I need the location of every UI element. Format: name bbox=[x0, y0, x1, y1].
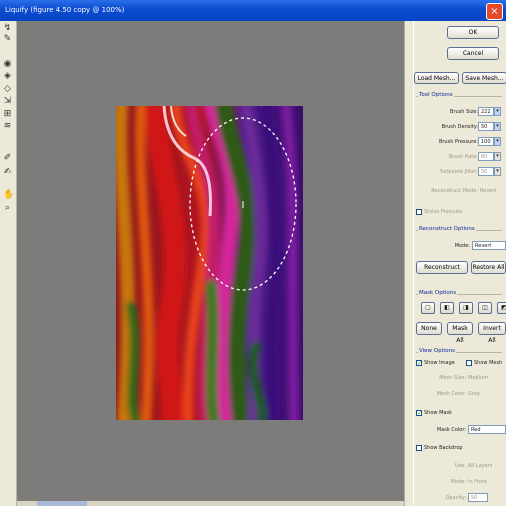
turbulent-jitter-dropdown: ▾ bbox=[494, 167, 501, 176]
mask-color-select[interactable]: Red bbox=[468, 425, 506, 434]
ok-button[interactable]: OK bbox=[447, 26, 499, 39]
brush-size-field[interactable]: 222 bbox=[478, 107, 494, 116]
mesh-color-label: Mesh Color: bbox=[436, 391, 466, 397]
brush-size-dropdown[interactable]: ▾ bbox=[494, 107, 501, 116]
options-panel: OK Cancel Load Mesh... Save Mesh... Tool… bbox=[412, 21, 506, 506]
hand-tool-icon[interactable]: ✋ bbox=[3, 191, 14, 200]
mask-all-button[interactable]: Mask All bbox=[447, 322, 473, 344]
mask-color-label: Mask Color: bbox=[436, 427, 466, 433]
twirl-tool-icon[interactable]: ◉ bbox=[3, 60, 12, 69]
replace-selection-icon[interactable]: ▢ bbox=[421, 302, 435, 314]
pucker-tool-icon[interactable]: ◈ bbox=[3, 72, 12, 81]
brush-density-dropdown[interactable]: ▾ bbox=[494, 122, 501, 131]
stylus-pressure-label: Stylus Pressure bbox=[424, 209, 463, 215]
mirror-tool-icon[interactable]: ⊞ bbox=[3, 110, 12, 119]
load-mesh-button[interactable]: Load Mesh... bbox=[414, 72, 459, 84]
add-to-selection-icon[interactable]: ◧ bbox=[440, 302, 454, 314]
brush-pressure-dropdown[interactable]: ▾ bbox=[494, 137, 501, 146]
brush-rate-field: 80 bbox=[478, 152, 494, 161]
show-image-label: Show Image bbox=[424, 360, 455, 366]
liquified-image bbox=[116, 106, 303, 420]
tool-strip: ↯ ✎ ◉ ◈ ◇ ⇲ ⊞ ≋ ✐ ✍ ✋ ⌕ bbox=[0, 21, 17, 506]
invert-selection-icon[interactable]: ◩ bbox=[497, 302, 506, 314]
bloat-tool-icon[interactable]: ◇ bbox=[3, 85, 12, 94]
backdrop-opacity-field: 50 bbox=[468, 493, 488, 502]
mask-options-title: Mask Options bbox=[418, 290, 458, 296]
backdrop-use-label: Use: bbox=[454, 463, 466, 469]
stylus-pressure-checkbox[interactable] bbox=[416, 209, 422, 215]
reconstruct-tool-icon[interactable]: ✎ bbox=[3, 35, 12, 44]
none-button[interactable]: None bbox=[416, 322, 442, 335]
show-mesh-label: Show Mesh bbox=[474, 360, 503, 366]
horizontal-scrollbar[interactable] bbox=[17, 501, 404, 506]
image-preview[interactable] bbox=[116, 106, 303, 420]
show-backdrop-checkbox[interactable] bbox=[416, 445, 422, 451]
brush-size-label: Brush Size: bbox=[450, 109, 478, 115]
brush-rate-dropdown: ▾ bbox=[494, 152, 501, 161]
turbulent-jitter-label: Turbulent Jitter: bbox=[439, 169, 478, 175]
window-title: Liquify (figure 4.50 copy @ 100%) bbox=[5, 6, 125, 14]
show-backdrop-label: Show Backdrop bbox=[424, 445, 463, 451]
turbulence-tool-icon[interactable]: ≋ bbox=[3, 122, 12, 131]
subtract-from-selection-icon[interactable]: ◨ bbox=[459, 302, 473, 314]
restore-all-button[interactable]: Restore All bbox=[471, 261, 506, 274]
mesh-color-value: Gray bbox=[468, 391, 480, 397]
tool-options-title: Tool Options bbox=[418, 92, 454, 98]
reconstruct-mode-select[interactable]: Revert bbox=[472, 241, 506, 250]
scroll-thumb[interactable] bbox=[37, 501, 87, 506]
turbulent-jitter-field: 50 bbox=[478, 167, 494, 176]
close-button[interactable]: × bbox=[486, 3, 503, 20]
push-left-tool-icon[interactable]: ⇲ bbox=[3, 97, 12, 106]
reconstruct-button[interactable]: Reconstruct bbox=[416, 261, 468, 274]
brush-pressure-label: Brush Pressure: bbox=[438, 139, 478, 145]
brush-density-label: Brush Density: bbox=[441, 124, 478, 130]
reconstruct-mode-value: Revert bbox=[480, 188, 497, 194]
mesh-size-label: Mesh Size: bbox=[439, 375, 466, 381]
backdrop-mode-label: Mode: bbox=[450, 479, 466, 485]
show-mesh-checkbox[interactable] bbox=[466, 360, 472, 366]
reconstruct-mode-label: Reconstruct Mode: bbox=[431, 188, 478, 194]
brush-pressure-field[interactable]: 100 bbox=[478, 137, 494, 146]
mesh-size-value: Medium bbox=[468, 375, 488, 381]
brush-density-field[interactable]: 50 bbox=[478, 122, 494, 131]
zoom-tool-icon[interactable]: ⌕ bbox=[3, 204, 12, 213]
backdrop-mode-value: In Front bbox=[468, 479, 487, 485]
backdrop-use-value: All Layers bbox=[468, 463, 493, 469]
backdrop-opacity-label: Opacity: bbox=[445, 495, 466, 501]
show-mask-checkbox[interactable]: ✓ bbox=[416, 410, 422, 417]
show-mask-label: Show Mask bbox=[424, 410, 452, 416]
thaw-mask-tool-icon[interactable]: ✍ bbox=[3, 168, 12, 177]
reconstruct-options-title: Reconstruct Options bbox=[418, 226, 476, 232]
title-bar: Liquify (figure 4.50 copy @ 100%) × bbox=[0, 0, 506, 21]
cancel-button[interactable]: Cancel bbox=[447, 47, 499, 60]
invert-all-button[interactable]: Invert All bbox=[478, 322, 506, 344]
intersect-selection-icon[interactable]: ◫ bbox=[478, 302, 492, 314]
view-options-title: View Options bbox=[418, 348, 457, 354]
save-mesh-button[interactable]: Save Mesh... bbox=[462, 72, 506, 84]
freeze-mask-tool-icon[interactable]: ✐ bbox=[3, 154, 12, 163]
show-image-checkbox[interactable]: ✓ bbox=[416, 360, 422, 367]
brush-rate-label: Brush Rate: bbox=[448, 154, 478, 160]
reconstruct-mode-select-label: Mode: bbox=[454, 243, 470, 249]
forward-warp-tool-icon[interactable]: ↯ bbox=[3, 24, 12, 33]
